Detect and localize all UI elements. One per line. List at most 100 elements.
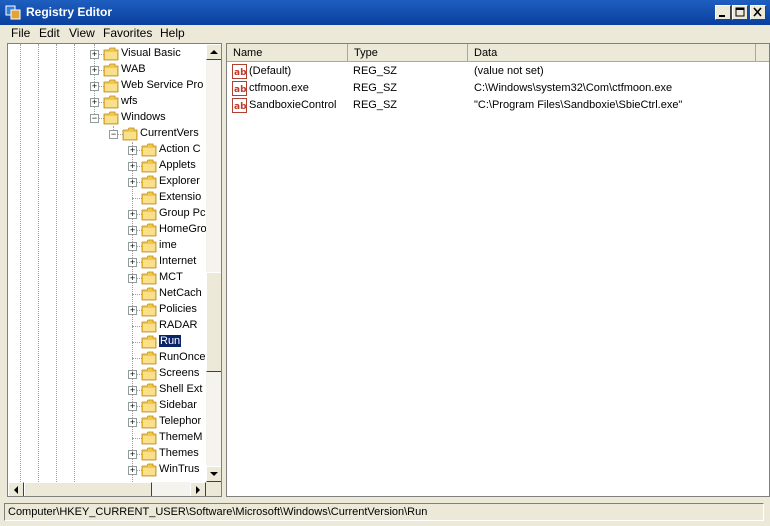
- tree-node-label: NetCach: [159, 287, 202, 299]
- close-button[interactable]: [750, 5, 766, 20]
- key-tree-pane[interactable]: + Visual Basic + WAB + Web Service Pro + wfs − Wi…: [7, 43, 222, 497]
- expand-icon[interactable]: +: [90, 50, 99, 59]
- expand-icon[interactable]: +: [128, 242, 137, 251]
- expand-icon[interactable]: +: [128, 306, 137, 315]
- expand-icon[interactable]: +: [90, 82, 99, 91]
- tree-node-label: Windows: [121, 111, 166, 123]
- tree-node[interactable]: − Windows: [8, 110, 206, 126]
- key-tree[interactable]: + Visual Basic + WAB + Web Service Pro + wfs − Wi…: [8, 44, 206, 482]
- menu-favorites[interactable]: Favorites: [103, 26, 152, 40]
- scroll-up-button[interactable]: [206, 44, 221, 60]
- menu-bar: File Edit View Favorites Help: [0, 25, 770, 42]
- tree-vertical-scroll-thumb[interactable]: [206, 272, 221, 372]
- tree-node[interactable]: + Explorer: [8, 174, 206, 190]
- column-header-data[interactable]: Data: [468, 44, 756, 62]
- folder-icon: [141, 175, 157, 189]
- expand-icon[interactable]: +: [128, 450, 137, 459]
- value-type: REG_SZ: [353, 99, 398, 111]
- collapse-icon[interactable]: −: [109, 130, 118, 139]
- tree-node[interactable]: Run: [8, 334, 206, 350]
- tree-node[interactable]: + WAB: [8, 62, 206, 78]
- values-pane[interactable]: Name Type Data ab (Default) REG_SZ (valu…: [226, 43, 770, 497]
- menu-file[interactable]: File: [11, 26, 30, 40]
- collapse-icon[interactable]: −: [90, 114, 99, 123]
- tree-node[interactable]: + Sidebar: [8, 398, 206, 414]
- tree-vertical-scrollbar[interactable]: [206, 44, 221, 482]
- scroll-down-button[interactable]: [206, 466, 221, 482]
- tree-node[interactable]: RADAR: [8, 318, 206, 334]
- expand-icon[interactable]: +: [128, 178, 137, 187]
- tree-node[interactable]: + Group Pc: [8, 206, 206, 222]
- tree-node-label: WAB: [121, 63, 146, 75]
- tree-horizontal-scrollbar[interactable]: [8, 482, 206, 496]
- expand-icon[interactable]: +: [128, 418, 137, 427]
- menu-help[interactable]: Help: [160, 26, 185, 40]
- tree-node-label: MCT: [159, 271, 183, 283]
- column-header-type[interactable]: Type: [348, 44, 468, 62]
- tree-node[interactable]: + Action C: [8, 142, 206, 158]
- svg-text:ab: ab: [234, 68, 247, 78]
- menu-edit[interactable]: Edit: [39, 26, 60, 40]
- expander-glyph: +: [129, 369, 136, 379]
- tree-node[interactable]: + Applets: [8, 158, 206, 174]
- tree-node[interactable]: + wfs: [8, 94, 206, 110]
- title-bar[interactable]: Registry Editor: [0, 0, 770, 25]
- folder-icon: [103, 79, 119, 93]
- tree-node[interactable]: RunOnce: [8, 350, 206, 366]
- tree-node[interactable]: + Shell Ext: [8, 382, 206, 398]
- menu-view[interactable]: View: [69, 26, 95, 40]
- tree-node[interactable]: + Screens: [8, 366, 206, 382]
- tree-node-label: Visual Basic: [121, 47, 181, 59]
- expand-icon[interactable]: +: [128, 466, 137, 475]
- tree-node[interactable]: + Policies: [8, 302, 206, 318]
- value-row[interactable]: ab SandboxieControl REG_SZ "C:\Program F…: [227, 97, 767, 114]
- tree-node[interactable]: + Themes: [8, 446, 206, 462]
- tree-horizontal-scroll-thumb[interactable]: [24, 482, 152, 496]
- scroll-right-button[interactable]: [190, 482, 206, 496]
- expand-icon[interactable]: +: [128, 210, 137, 219]
- tree-node[interactable]: + Web Service Pro: [8, 78, 206, 94]
- tree-node[interactable]: + HomeGro: [8, 222, 206, 238]
- tree-node[interactable]: ThemeM: [8, 430, 206, 446]
- value-type: REG_SZ: [353, 65, 398, 77]
- arrow-right-icon: [196, 486, 200, 494]
- column-header-name[interactable]: Name: [227, 44, 348, 62]
- folder-icon: [141, 447, 157, 461]
- maximize-button[interactable]: [732, 5, 748, 20]
- tree-node[interactable]: Extensio: [8, 190, 206, 206]
- tree-node[interactable]: + WinTrus: [8, 462, 206, 478]
- expander-glyph: +: [129, 449, 136, 459]
- expand-icon[interactable]: +: [128, 370, 137, 379]
- folder-icon: [141, 351, 157, 365]
- tree-node[interactable]: + Internet: [8, 254, 206, 270]
- registry-editor-icon: [5, 5, 21, 20]
- expand-icon[interactable]: +: [90, 66, 99, 75]
- tree-node-label: CurrentVers: [140, 127, 199, 139]
- window-title: Registry Editor: [26, 5, 113, 19]
- tree-node-label: Web Service Pro: [121, 79, 204, 91]
- value-row[interactable]: ab (Default) REG_SZ (value not set): [227, 63, 767, 80]
- value-row[interactable]: ab ctfmoon.exe REG_SZ C:\Windows\system3…: [227, 80, 767, 97]
- folder-icon: [141, 271, 157, 285]
- tree-node-label: Action C: [159, 143, 201, 155]
- scroll-left-button[interactable]: [8, 482, 24, 496]
- expand-icon[interactable]: +: [128, 402, 137, 411]
- expander-glyph: +: [129, 305, 136, 315]
- expander-glyph: +: [91, 81, 98, 91]
- tree-node[interactable]: NetCach: [8, 286, 206, 302]
- expand-icon[interactable]: +: [90, 98, 99, 107]
- tree-node[interactable]: + MCT: [8, 270, 206, 286]
- close-icon: [753, 7, 762, 17]
- expand-icon[interactable]: +: [128, 226, 137, 235]
- tree-node[interactable]: + Visual Basic: [8, 46, 206, 62]
- expand-icon[interactable]: +: [128, 162, 137, 171]
- folder-icon: [141, 335, 157, 349]
- minimize-button[interactable]: [715, 5, 731, 20]
- expand-icon[interactable]: +: [128, 146, 137, 155]
- expand-icon[interactable]: +: [128, 386, 137, 395]
- tree-node[interactable]: + ime: [8, 238, 206, 254]
- expand-icon[interactable]: +: [128, 258, 137, 267]
- expand-icon[interactable]: +: [128, 274, 137, 283]
- tree-node[interactable]: + Telephor: [8, 414, 206, 430]
- tree-node[interactable]: − CurrentVers: [8, 126, 206, 142]
